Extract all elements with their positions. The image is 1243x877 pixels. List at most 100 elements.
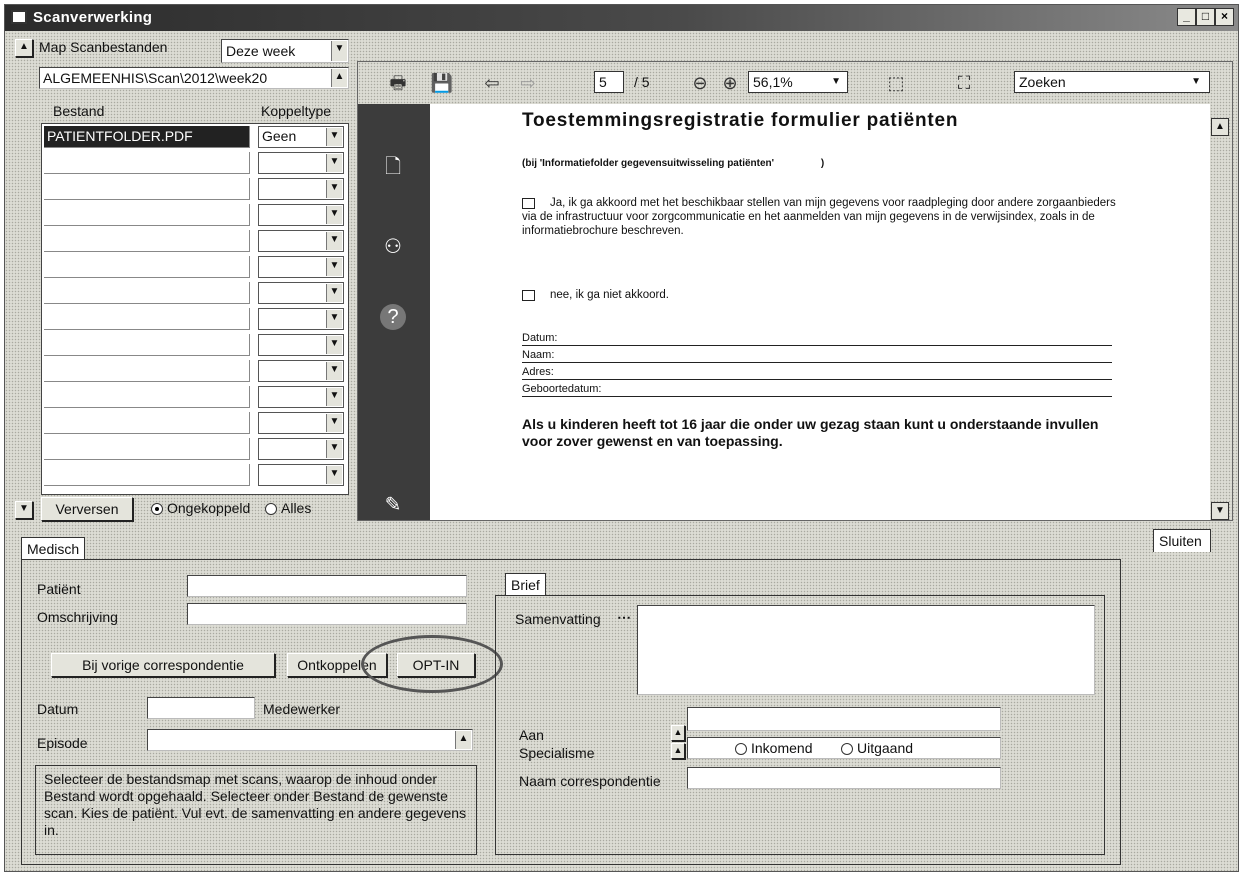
radio-uitgaand[interactable]	[841, 743, 853, 755]
aan-label: Aan	[519, 727, 544, 743]
koppeltype-dropdown[interactable]: ▼	[258, 178, 344, 200]
sluiten-button[interactable]: Sluiten	[1153, 529, 1211, 552]
bestand-cell[interactable]	[44, 282, 250, 304]
bestand-cell[interactable]	[44, 438, 250, 460]
koppeltype-dropdown[interactable]: ▼	[258, 256, 344, 278]
samenvatting-field[interactable]	[637, 605, 1095, 695]
bestand-cell[interactable]	[44, 230, 250, 252]
bestand-cell[interactable]	[44, 152, 250, 174]
radio-inkomend-label: Inkomend	[751, 740, 813, 756]
table-row[interactable]: ▼	[42, 150, 348, 176]
bestand-cell[interactable]: PATIENTFOLDER.PDF	[44, 126, 250, 148]
bestand-cell[interactable]	[44, 178, 250, 200]
koppeltype-value: Geen	[262, 128, 297, 144]
koppeltype-dropdown[interactable]: ▼	[258, 412, 344, 434]
more-options-icon[interactable]: ⋯	[617, 609, 631, 626]
file-list[interactable]: PATIENTFOLDER.PDF Geen ▼ ▼ ▼ ▼ ▼ ▼ ▼ ▼ ▼ ▼ ▼ ▼ ▼ ▼	[41, 123, 349, 495]
koppeltype-dropdown[interactable]: ▼	[258, 308, 344, 330]
window-title: Scanverwerking	[33, 9, 153, 26]
search-input[interactable]: Zoeken ▼	[1014, 71, 1210, 93]
table-row[interactable]: ▼	[42, 228, 348, 254]
specialisme-spin-button[interactable]: ▲	[671, 743, 685, 759]
zoom-out-icon[interactable]: ⊖	[688, 72, 712, 94]
koppeltype-dropdown[interactable]: ▼	[258, 438, 344, 460]
pages-icon[interactable]: 🗋	[380, 154, 406, 180]
doc-line	[522, 345, 1112, 346]
period-dropdown[interactable]: Deze week ▼	[221, 39, 349, 63]
koppeltype-dropdown[interactable]: ▼	[258, 204, 344, 226]
koppeltype-dropdown[interactable]: ▼	[258, 464, 344, 486]
koppeltype-dropdown[interactable]: ▼	[258, 360, 344, 382]
table-row[interactable]: ▼	[42, 202, 348, 228]
search-binoculars-icon[interactable]: ⚇	[380, 234, 406, 260]
chevron-down-icon: ▼	[326, 154, 342, 172]
table-row[interactable]: ▼	[42, 358, 348, 384]
collapse-down-button[interactable]: ▼	[15, 501, 33, 519]
save-icon[interactable]: 💾	[430, 72, 454, 94]
scan-path-field[interactable]: ALGEMEENHIS\Scan\2012\week20 ▲	[39, 67, 349, 89]
chevron-up-icon: ▲	[331, 69, 347, 87]
table-row[interactable]: ▼	[42, 254, 348, 280]
table-row[interactable]: ▼	[42, 384, 348, 410]
table-row[interactable]: ▼	[42, 332, 348, 358]
chevron-down-icon: ▼	[326, 284, 342, 302]
koppeltype-dropdown[interactable]: ▼	[258, 230, 344, 252]
zoom-in-icon[interactable]: ⊕	[718, 72, 742, 94]
doc-line	[522, 396, 1112, 397]
koppeltype-dropdown[interactable]: ▼	[258, 386, 344, 408]
scroll-up-button[interactable]: ▲	[1211, 118, 1229, 136]
arrow-right-icon[interactable]: ⇨	[516, 72, 540, 94]
table-row[interactable]: ▼	[42, 410, 348, 436]
koppeltype-dropdown[interactable]: ▼	[258, 282, 344, 304]
table-row[interactable]: ▼	[42, 436, 348, 462]
close-button[interactable]: ×	[1215, 8, 1234, 26]
bestand-cell[interactable]	[44, 256, 250, 278]
checkbox-no[interactable]	[522, 290, 535, 301]
scroll-down-button[interactable]: ▼	[1211, 502, 1229, 520]
patient-field[interactable]	[187, 575, 467, 597]
bij-vorige-correspondentie-button[interactable]: Bij vorige correspondentie	[51, 653, 275, 677]
print-icon[interactable]: 🖶	[386, 72, 410, 94]
maximize-button[interactable]: □	[1196, 8, 1215, 26]
bestand-cell[interactable]	[44, 464, 250, 486]
zoom-select[interactable]: 56,1% ▼	[748, 71, 848, 93]
table-row[interactable]: ▼	[42, 176, 348, 202]
doc-subtitle-end: )	[820, 158, 825, 169]
koppeltype-dropdown[interactable]: ▼	[258, 152, 344, 174]
radio-ongekoppeld[interactable]	[151, 503, 163, 515]
bestand-cell[interactable]	[44, 308, 250, 330]
attachment-icon[interactable]: ✎	[380, 492, 406, 518]
aan-field[interactable]	[687, 707, 1001, 731]
datum-field[interactable]	[147, 697, 255, 719]
bestand-cell[interactable]	[44, 412, 250, 434]
episode-field[interactable]: ▲	[147, 729, 473, 751]
viewer-scrollbar[interactable]: ▲ ▼	[1210, 104, 1232, 520]
collapse-up-button[interactable]: ▲	[15, 39, 33, 57]
table-row[interactable]: ▼	[42, 280, 348, 306]
koppeltype-dropdown[interactable]: ▼	[258, 334, 344, 356]
bestand-cell[interactable]	[44, 334, 250, 356]
fit-width-icon[interactable]: ⬚	[884, 72, 908, 94]
arrow-left-icon[interactable]: ⇦	[480, 72, 504, 94]
fit-page-icon[interactable]: ⛶	[952, 72, 976, 94]
naam-correspondentie-field[interactable]	[687, 767, 1001, 789]
table-row[interactable]: ▼	[42, 462, 348, 488]
minimize-button[interactable]: _	[1177, 8, 1196, 26]
aan-spin-button[interactable]: ▲	[671, 725, 685, 741]
bestand-cell[interactable]	[44, 386, 250, 408]
radio-alles[interactable]	[265, 503, 277, 515]
tab-medisch[interactable]: Medisch	[21, 537, 86, 560]
table-row[interactable]: ▼	[42, 306, 348, 332]
bestand-cell[interactable]	[44, 360, 250, 382]
radio-inkomend[interactable]	[735, 743, 747, 755]
verversen-button[interactable]: Verversen	[41, 497, 133, 521]
chevron-down-icon: ▼	[326, 362, 342, 380]
help-icon[interactable]: ?	[380, 304, 406, 330]
koppeltype-dropdown[interactable]: Geen ▼	[258, 126, 344, 148]
tab-brief[interactable]: Brief	[505, 573, 546, 596]
omschrijving-field[interactable]	[187, 603, 467, 625]
table-row[interactable]: PATIENTFOLDER.PDF Geen ▼	[42, 124, 348, 150]
page-number-input[interactable]: 5	[594, 71, 624, 93]
radio-ongekoppeld-label: Ongekoppeld	[167, 500, 251, 516]
bestand-cell[interactable]	[44, 204, 250, 226]
